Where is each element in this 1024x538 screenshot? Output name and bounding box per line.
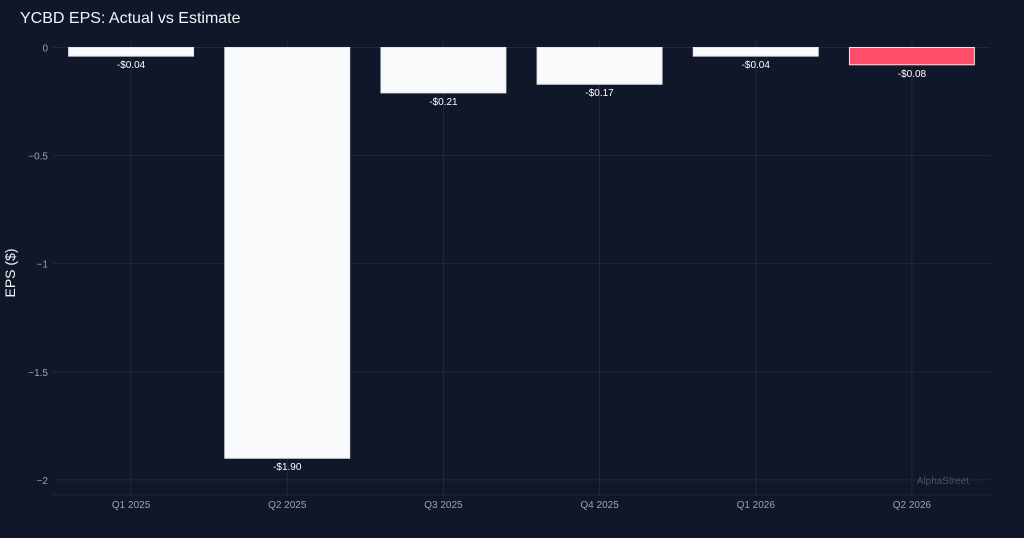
y-axis-label: EPS ($) xyxy=(2,248,18,297)
chart-svg: -$0.04 -$1.90 -$0.21 -$0.17 -$0.04 -$0.08 0 −0… xyxy=(2,41,990,511)
y-tick-label: −0.5 xyxy=(28,152,48,163)
axis-layer: 0 −0.5 −1 −1.5 −2 Q1 2025 Q2 2025 Q3 2025 Q4 202… xyxy=(28,43,931,511)
data-label: -$0.04 xyxy=(117,60,146,71)
data-label: -$1.90 xyxy=(273,462,302,473)
bar-q2-2026 xyxy=(848,46,975,66)
data-label: -$0.08 xyxy=(898,69,927,80)
data-label: -$0.21 xyxy=(429,97,458,108)
watermark: AlphaStreet xyxy=(917,476,969,487)
x-tick-label: Q2 2025 xyxy=(268,500,307,511)
x-tick-label: Q1 2026 xyxy=(737,500,776,511)
bar-q1-2026 xyxy=(692,46,819,57)
grid-layer xyxy=(53,41,990,496)
x-tick-label: Q2 2026 xyxy=(893,500,932,511)
x-tick-label: Q1 2025 xyxy=(112,500,151,511)
chart-container: YCBD EPS: Actual vs Estimate -$0.04 -$1.9… xyxy=(0,0,1024,538)
bar-q2-2025 xyxy=(224,46,351,459)
y-tick-label: −1.5 xyxy=(28,368,48,379)
bar-q3-2025 xyxy=(380,46,507,94)
x-tick-label: Q4 2025 xyxy=(580,500,619,511)
bar-q4-2025 xyxy=(536,46,663,85)
y-tick-label: −2 xyxy=(37,476,49,487)
data-label: -$0.04 xyxy=(742,60,771,71)
bar-q1-2025 xyxy=(68,46,195,57)
x-tick-label: Q3 2025 xyxy=(424,500,463,511)
y-tick-label: 0 xyxy=(42,43,48,54)
data-label: -$0.17 xyxy=(585,88,614,99)
y-tick-label: −1 xyxy=(37,260,49,271)
bar-layer xyxy=(68,46,975,459)
